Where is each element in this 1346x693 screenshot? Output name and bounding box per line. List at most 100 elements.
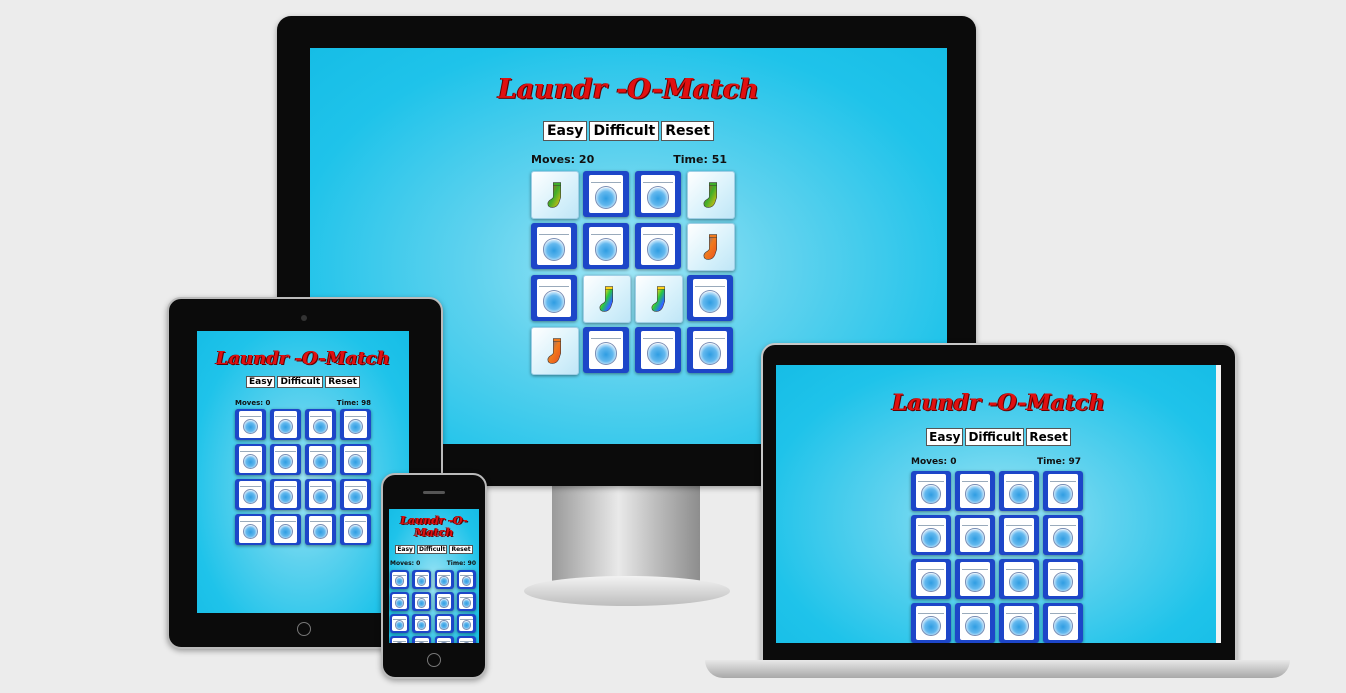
card-face-down[interactable] bbox=[235, 409, 266, 440]
card-face-down[interactable] bbox=[531, 275, 577, 321]
card-face-down[interactable] bbox=[955, 559, 995, 599]
card-face-up[interactable] bbox=[583, 275, 631, 323]
washing-machine-icon bbox=[1047, 606, 1079, 640]
card-face-down[interactable] bbox=[340, 444, 371, 475]
reset-button[interactable]: Reset bbox=[325, 376, 360, 388]
card-face-down[interactable] bbox=[340, 479, 371, 510]
card-face-up[interactable] bbox=[687, 223, 735, 271]
laptop-scrollbar[interactable] bbox=[1216, 365, 1221, 643]
card-face-down[interactable] bbox=[999, 559, 1039, 599]
card-face-down[interactable] bbox=[390, 570, 409, 589]
card-face-down[interactable] bbox=[687, 327, 733, 373]
card-face-down[interactable] bbox=[412, 614, 432, 633]
card-face-down[interactable] bbox=[955, 471, 995, 511]
game-stats: Moves: 0 Time: 98 bbox=[235, 399, 371, 407]
moves-counter: Moves: 0 bbox=[235, 399, 271, 407]
timer: Time: 51 bbox=[673, 153, 727, 166]
card-face-down[interactable] bbox=[305, 409, 336, 440]
card-face-down[interactable] bbox=[305, 444, 336, 475]
card-face-down[interactable] bbox=[999, 471, 1039, 511]
card-face-down[interactable] bbox=[635, 327, 681, 373]
reset-button[interactable]: Reset bbox=[1026, 428, 1071, 446]
card-face-down[interactable] bbox=[340, 409, 371, 440]
difficult-button[interactable]: Difficult bbox=[277, 376, 324, 388]
card-face-down[interactable] bbox=[456, 570, 476, 589]
washing-machine-icon bbox=[915, 518, 947, 552]
washing-machine-icon bbox=[308, 411, 333, 438]
card-face-down[interactable] bbox=[635, 223, 681, 269]
phone-home-button[interactable] bbox=[427, 653, 441, 667]
card-face-down[interactable] bbox=[531, 223, 577, 269]
easy-button[interactable]: Easy bbox=[395, 545, 415, 554]
card-face-down[interactable] bbox=[1043, 515, 1083, 555]
card-face-down[interactable] bbox=[390, 614, 409, 633]
card-face-down[interactable] bbox=[583, 223, 629, 269]
washing-machine-icon bbox=[436, 615, 452, 632]
washing-machine-icon bbox=[640, 174, 676, 214]
card-face-down[interactable] bbox=[235, 514, 266, 545]
card-face-down[interactable] bbox=[412, 570, 432, 589]
easy-button[interactable]: Easy bbox=[542, 121, 588, 141]
card-face-down[interactable] bbox=[456, 592, 476, 611]
card-face-down[interactable] bbox=[434, 592, 454, 611]
washing-machine-icon bbox=[414, 571, 429, 588]
card-face-down[interactable] bbox=[412, 592, 432, 611]
card-face-down[interactable] bbox=[305, 479, 336, 510]
easy-button[interactable]: Easy bbox=[246, 376, 276, 388]
card-face-down[interactable] bbox=[583, 327, 629, 373]
card-face-up[interactable] bbox=[687, 171, 735, 219]
card-face-down[interactable] bbox=[456, 614, 476, 633]
difficult-button[interactable]: Difficult bbox=[965, 428, 1025, 446]
card-face-down[interactable] bbox=[412, 636, 432, 643]
card-face-down[interactable] bbox=[270, 409, 301, 440]
card-face-down[interactable] bbox=[434, 614, 454, 633]
tablet-app: Laundr -O-Match Easy Difficult Reset Moves: … bbox=[197, 331, 409, 613]
card-face-down[interactable] bbox=[999, 603, 1039, 643]
reset-button[interactable]: Reset bbox=[449, 545, 473, 554]
card-face-down[interactable] bbox=[235, 444, 266, 475]
card-face-down[interactable] bbox=[1043, 603, 1083, 643]
washing-machine-icon bbox=[459, 637, 474, 643]
washing-machine-icon bbox=[536, 226, 572, 266]
card-face-down[interactable] bbox=[390, 592, 409, 611]
washing-machine-icon bbox=[915, 562, 947, 596]
card-face-down[interactable] bbox=[999, 515, 1039, 555]
card-face-down[interactable] bbox=[434, 636, 454, 643]
card-face-up[interactable] bbox=[531, 327, 579, 375]
card-face-down[interactable] bbox=[911, 559, 951, 599]
washing-machine-icon bbox=[692, 278, 728, 318]
card-face-down[interactable] bbox=[955, 603, 995, 643]
card-face-down[interactable] bbox=[687, 275, 733, 321]
card-face-down[interactable] bbox=[911, 603, 951, 643]
game-title: Laundr -O-Match bbox=[215, 348, 391, 369]
card-face-down[interactable] bbox=[955, 515, 995, 555]
card-face-down[interactable] bbox=[456, 636, 476, 643]
washing-machine-icon bbox=[238, 481, 263, 508]
card-face-down[interactable] bbox=[270, 479, 301, 510]
card-face-down[interactable] bbox=[434, 570, 454, 589]
difficult-button[interactable]: Difficult bbox=[589, 121, 660, 141]
card-face-down[interactable] bbox=[270, 514, 301, 545]
card-face-down[interactable] bbox=[911, 471, 951, 511]
card-face-down[interactable] bbox=[1043, 559, 1083, 599]
card-face-up[interactable] bbox=[635, 275, 683, 323]
reset-button[interactable]: Reset bbox=[661, 121, 715, 141]
laptop-lid: Laundr -O-Match Easy Difficult Reset Moves: … bbox=[761, 343, 1237, 665]
card-face-down[interactable] bbox=[340, 514, 371, 545]
card-face-down[interactable] bbox=[583, 171, 629, 217]
tablet-home-button[interactable] bbox=[297, 622, 311, 636]
card-face-down[interactable] bbox=[270, 444, 301, 475]
easy-button[interactable]: Easy bbox=[926, 428, 964, 446]
card-face-up[interactable] bbox=[531, 171, 579, 219]
card-face-down[interactable] bbox=[911, 515, 951, 555]
washing-machine-icon bbox=[459, 593, 474, 610]
card-face-down[interactable] bbox=[235, 479, 266, 510]
card-face-down[interactable] bbox=[1043, 471, 1083, 511]
difficult-button[interactable]: Difficult bbox=[416, 545, 448, 554]
washing-machine-icon bbox=[1003, 606, 1035, 640]
card-face-down[interactable] bbox=[390, 636, 409, 643]
card-face-down[interactable] bbox=[305, 514, 336, 545]
difficulty-controls: Easy Difficult Reset bbox=[310, 121, 947, 141]
washing-machine-icon bbox=[588, 174, 624, 214]
card-face-down[interactable] bbox=[635, 171, 681, 217]
